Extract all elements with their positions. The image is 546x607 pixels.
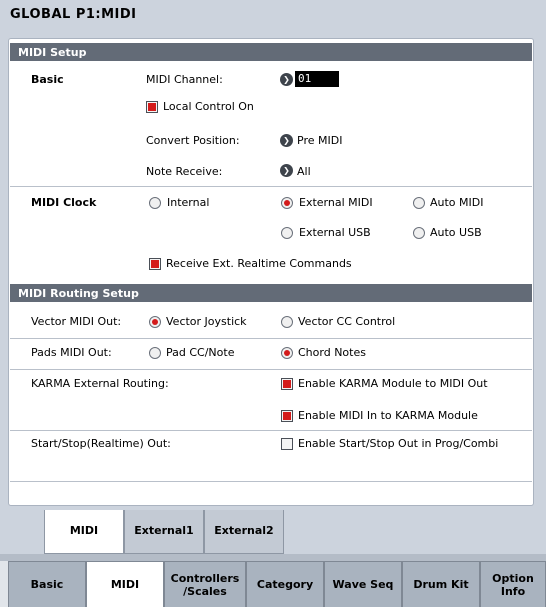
page-tab-drum-kit[interactable]: Drum Kit (402, 561, 480, 607)
karma-to-midi-checkbox[interactable] (281, 378, 293, 390)
clock-auto-usb-label: Auto USB (430, 226, 482, 239)
divider (10, 186, 532, 187)
page-tab-bar: Basic MIDI Controllers /Scales Category … (0, 561, 546, 607)
vector-joystick-label: Vector Joystick (166, 315, 247, 328)
start-stop-label: Start/Stop(Realtime) Out: (31, 437, 171, 450)
divider (10, 338, 532, 339)
chord-notes-label: Chord Notes (298, 346, 366, 359)
page-tab-option-info[interactable]: Option Info (480, 561, 546, 607)
page-title: GLOBAL P1:MIDI (10, 7, 137, 22)
subtab-external1[interactable]: External1 (124, 510, 204, 554)
midi-channel-field[interactable]: 01 (295, 71, 339, 87)
note-receive-label: Note Receive: (146, 165, 223, 178)
divider (10, 369, 532, 370)
page-tab-midi[interactable]: MIDI (86, 561, 164, 607)
clock-internal-label: Internal (167, 196, 210, 209)
vector-cc-label: Vector CC Control (298, 315, 396, 328)
page-tab-wave-seq[interactable]: Wave Seq (324, 561, 402, 607)
local-control-checkbox[interactable] (146, 101, 158, 113)
subtab-external2[interactable]: External2 (204, 510, 284, 554)
start-stop-enable-label: Enable Start/Stop Out in Prog/Combi (298, 437, 499, 450)
midi-to-karma-checkbox[interactable] (281, 410, 293, 422)
clock-external-midi-label: External MIDI (299, 196, 373, 209)
clock-auto-usb-radio[interactable] (413, 227, 425, 239)
start-stop-checkbox[interactable] (281, 438, 293, 450)
midi-to-karma-label: Enable MIDI In to KARMA Module (298, 409, 478, 422)
midi-channel-label: MIDI Channel: (146, 73, 223, 86)
chevron-right-icon[interactable]: ❯ (280, 73, 293, 86)
pad-cc-note-label: Pad CC/Note (166, 346, 235, 359)
karma-routing-label: KARMA External Routing: (31, 377, 169, 390)
title-bar: GLOBAL P1:MIDI (0, 0, 546, 30)
local-control-label: Local Control On (163, 100, 254, 113)
vector-out-label: Vector MIDI Out: (31, 315, 122, 328)
midi-clock-label: MIDI Clock (31, 196, 97, 209)
settings-frame: MIDI Setup Basic MIDI Channel: ❯ 01 Loca… (8, 38, 534, 506)
subtab-midi[interactable]: MIDI (44, 510, 124, 554)
midi-setup-header: MIDI Setup (10, 43, 532, 61)
vector-joystick-radio[interactable] (149, 316, 161, 328)
divider (10, 430, 532, 431)
note-receive-value[interactable]: All (297, 165, 311, 179)
receive-ext-checkbox[interactable] (149, 258, 161, 270)
clock-external-usb-label: External USB (299, 226, 371, 239)
main-panel: MIDI Setup Basic MIDI Channel: ❯ 01 Loca… (0, 30, 546, 510)
basic-label: Basic (31, 73, 64, 86)
divider (0, 554, 546, 561)
chord-notes-radio[interactable] (281, 347, 293, 359)
clock-internal-radio[interactable] (149, 197, 161, 209)
pads-out-label: Pads MIDI Out: (31, 346, 112, 359)
clock-external-midi-radio[interactable] (281, 197, 293, 209)
receive-ext-label: Receive Ext. Realtime Commands (166, 257, 352, 270)
karma-to-midi-label: Enable KARMA Module to MIDI Out (298, 377, 488, 390)
convert-position-label: Convert Position: (146, 134, 240, 147)
convert-position-value[interactable]: Pre MIDI (297, 134, 342, 148)
clock-auto-midi-label: Auto MIDI (430, 196, 484, 209)
midi-routing-header: MIDI Routing Setup (10, 284, 532, 302)
vector-cc-radio[interactable] (281, 316, 293, 328)
page-tab-category[interactable]: Category (246, 561, 324, 607)
clock-auto-midi-radio[interactable] (413, 197, 425, 209)
page-tab-basic[interactable]: Basic (8, 561, 86, 607)
chevron-right-icon[interactable]: ❯ (280, 134, 293, 147)
pad-cc-note-radio[interactable] (149, 347, 161, 359)
sub-tab-bar: MIDI External1 External2 (0, 510, 546, 554)
clock-external-usb-radio[interactable] (281, 227, 293, 239)
page-tab-controllers-scales[interactable]: Controllers /Scales (164, 561, 246, 607)
chevron-right-icon[interactable]: ❯ (280, 164, 293, 177)
divider (10, 481, 532, 482)
